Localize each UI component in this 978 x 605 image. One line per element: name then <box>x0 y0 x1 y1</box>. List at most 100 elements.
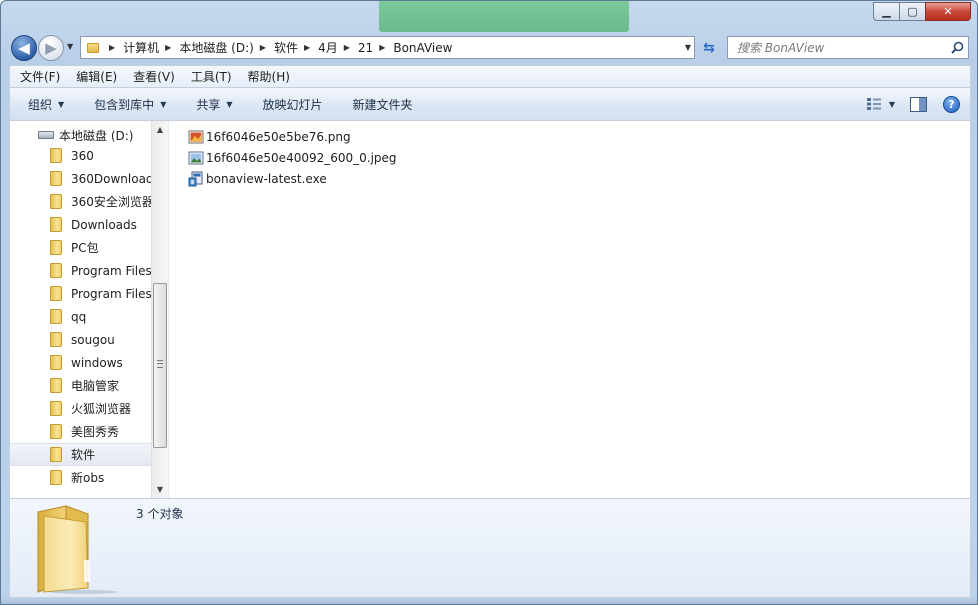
breadcrumb-chevron-icon[interactable]: ▶ <box>344 43 350 52</box>
large-folder-icon <box>37 505 118 594</box>
menu-file[interactable]: 文件(F) <box>12 68 68 85</box>
back-button[interactable]: ◀ <box>11 35 37 61</box>
breadcrumb-chevron-icon[interactable]: ▶ <box>379 43 385 52</box>
refresh-button[interactable]: ⇆ <box>698 38 720 58</box>
nav-folder-item[interactable]: 火狐浏览器 <box>10 397 151 420</box>
details-pane: 3 个对象 <box>9 498 971 598</box>
breadcrumb-april[interactable]: 4月 <box>318 39 338 56</box>
navigation-row: ◀ ▶ ▼ ▶ 计算机 ▶ 本地磁盘 (D:) ▶ 软件 ▶ 4月 ▶ 21 ▶… <box>1 33 977 61</box>
maximize-button[interactable]: ▢ <box>899 2 926 21</box>
nav-folder-label: 电脑管家 <box>71 379 120 393</box>
folder-icon <box>50 447 62 462</box>
nav-folder-item[interactable]: Program Files <box>10 259 151 282</box>
nav-folder-label: qq <box>71 309 87 324</box>
change-view-icon[interactable] <box>863 94 885 114</box>
nav-folder-label: 360 <box>71 148 94 163</box>
breadcrumb-software[interactable]: 软件 <box>274 39 298 56</box>
nav-folder-item[interactable]: PC包 <box>10 236 151 259</box>
breadcrumb-21[interactable]: 21 <box>358 41 373 55</box>
scroll-up-arrow-icon[interactable]: ▲ <box>152 121 168 138</box>
recent-pages-dropdown[interactable]: ▼ <box>67 42 73 51</box>
nav-folder-item[interactable]: windows <box>10 351 151 374</box>
explorer-window: ▁ ▢ ✕ ◀ ▶ ▼ ▶ 计算机 ▶ 本地磁盘 (D:) ▶ 软件 ▶ 4月 … <box>0 0 978 605</box>
menu-view[interactable]: 查看(V) <box>125 68 183 85</box>
nav-folder-item[interactable]: 360Download <box>10 167 151 190</box>
scrollbar-thumb[interactable] <box>153 283 167 448</box>
menu-tools[interactable]: 工具(T) <box>183 68 240 85</box>
file-item[interactable]: 16f6046e50e5be76.png <box>188 126 397 147</box>
nav-folder-item[interactable]: 新obs <box>10 466 151 489</box>
nav-folder-item[interactable]: 360 <box>10 144 151 167</box>
dropdown-arrow-icon: ▼ <box>160 99 167 109</box>
nav-folder-item[interactable]: qq <box>10 305 151 328</box>
nav-folder-label: sougou <box>71 332 115 347</box>
file-list: 16f6046e50e5be76.png 16f6046e50e40092_600… <box>188 126 397 189</box>
dropdown-arrow-icon: ▼ <box>58 99 65 109</box>
breadcrumb-chevron-icon[interactable]: ▶ <box>304 43 310 52</box>
folder-icon <box>50 240 62 255</box>
minimize-button[interactable]: ▁ <box>873 2 900 21</box>
nav-folder-item[interactable]: 软件 <box>10 443 151 466</box>
address-bar[interactable]: ▶ 计算机 ▶ 本地磁盘 (D:) ▶ 软件 ▶ 4月 ▶ 21 ▶ BonAV… <box>80 36 695 59</box>
folder-icon <box>50 355 62 370</box>
breadcrumb-chevron-icon[interactable]: ▶ <box>109 43 115 52</box>
breadcrumb-chevron-icon[interactable]: ▶ <box>165 43 171 52</box>
help-icon[interactable]: ? <box>943 95 960 113</box>
file-item[interactable]: bonaview-latest.exe <box>188 168 397 189</box>
view-controls: ▼ ? <box>863 94 960 114</box>
search-input[interactable]: 搜索 BonAView <box>728 39 946 56</box>
folder-icon <box>50 171 62 186</box>
nav-item-drive-d[interactable]: 本地磁盘 (D:) <box>38 125 133 145</box>
address-history-dropdown[interactable]: ▼ <box>685 43 691 52</box>
window-bottom-edge <box>1 598 977 604</box>
breadcrumb-drive[interactable]: 本地磁盘 (D:) <box>179 39 253 56</box>
nav-folder-item[interactable]: Program Files <box>10 282 151 305</box>
share-button[interactable]: 共享 ▼ <box>186 91 242 117</box>
file-list-pane[interactable]: 16f6046e50e5be76.png 16f6046e50e40092_600… <box>168 121 970 498</box>
folder-icon <box>50 263 62 278</box>
preview-pane-icon[interactable] <box>907 94 929 114</box>
folder-icon <box>50 194 62 209</box>
close-icon: ✕ <box>943 5 953 18</box>
nav-folder-item[interactable]: 360安全浏览器 <box>10 190 151 213</box>
title-bar[interactable]: ▁ ▢ ✕ <box>1 1 977 33</box>
nav-folder-label: 360Download <box>71 171 151 186</box>
breadcrumb-bonaview[interactable]: BonAView <box>393 41 452 55</box>
organize-label: 组织 <box>28 97 53 112</box>
include-in-library-button[interactable]: 包含到库中 ▼ <box>84 91 176 117</box>
nav-folder-item[interactable]: 电脑管家 <box>10 374 151 397</box>
file-item[interactable]: 16f6046e50e40092_600_0.jpeg <box>188 147 397 168</box>
folder-icon <box>50 217 62 232</box>
command-bar: 组织 ▼ 包含到库中 ▼ 共享 ▼ 放映幻灯片 新建文件夹 ▼ ? <box>9 87 971 121</box>
new-folder-button[interactable]: 新建文件夹 <box>343 91 423 117</box>
folder-icon <box>50 424 62 439</box>
search-icon[interactable] <box>946 41 968 54</box>
navigation-scrollbar[interactable]: ▲ ▼ <box>151 121 168 498</box>
scroll-down-arrow-icon[interactable]: ▼ <box>152 481 168 498</box>
organize-button[interactable]: 组织 ▼ <box>18 91 74 117</box>
refresh-icon: ⇆ <box>703 40 715 56</box>
breadcrumb-computer[interactable]: 计算机 <box>123 39 159 56</box>
menu-help[interactable]: 帮助(H) <box>240 68 298 85</box>
grip-icon <box>157 360 163 368</box>
folder-icon <box>50 401 62 416</box>
maximize-icon: ▢ <box>907 5 918 18</box>
hard-drive-icon <box>38 131 54 139</box>
navigation-pane: 本地磁盘 (D:) 360 360Download 360安全浏览器 Download… <box>10 121 168 498</box>
share-label: 共享 <box>196 97 221 112</box>
nav-folder-label: 软件 <box>71 448 96 462</box>
folder-tree: 360 360Download 360安全浏览器 Downloads PC包 Progra… <box>10 144 151 489</box>
nav-folder-item[interactable]: 美图秀秀 <box>10 420 151 443</box>
menu-edit[interactable]: 编辑(E) <box>68 68 125 85</box>
nav-folder-item[interactable]: Downloads <box>10 213 151 236</box>
caption-buttons: ▁ ▢ ✕ <box>873 2 971 21</box>
close-button[interactable]: ✕ <box>925 2 971 21</box>
nav-folder-item[interactable]: sougou <box>10 328 151 351</box>
breadcrumb-chevron-icon[interactable]: ▶ <box>260 43 266 52</box>
nav-folder-label: Downloads <box>71 217 137 232</box>
nav-folder-label: PC包 <box>71 241 99 255</box>
forward-button[interactable]: ▶ <box>38 35 64 61</box>
search-box[interactable]: 搜索 BonAView <box>727 36 969 59</box>
view-dropdown-arrow-icon[interactable]: ▼ <box>889 100 895 109</box>
slideshow-button[interactable]: 放映幻灯片 <box>253 91 333 117</box>
